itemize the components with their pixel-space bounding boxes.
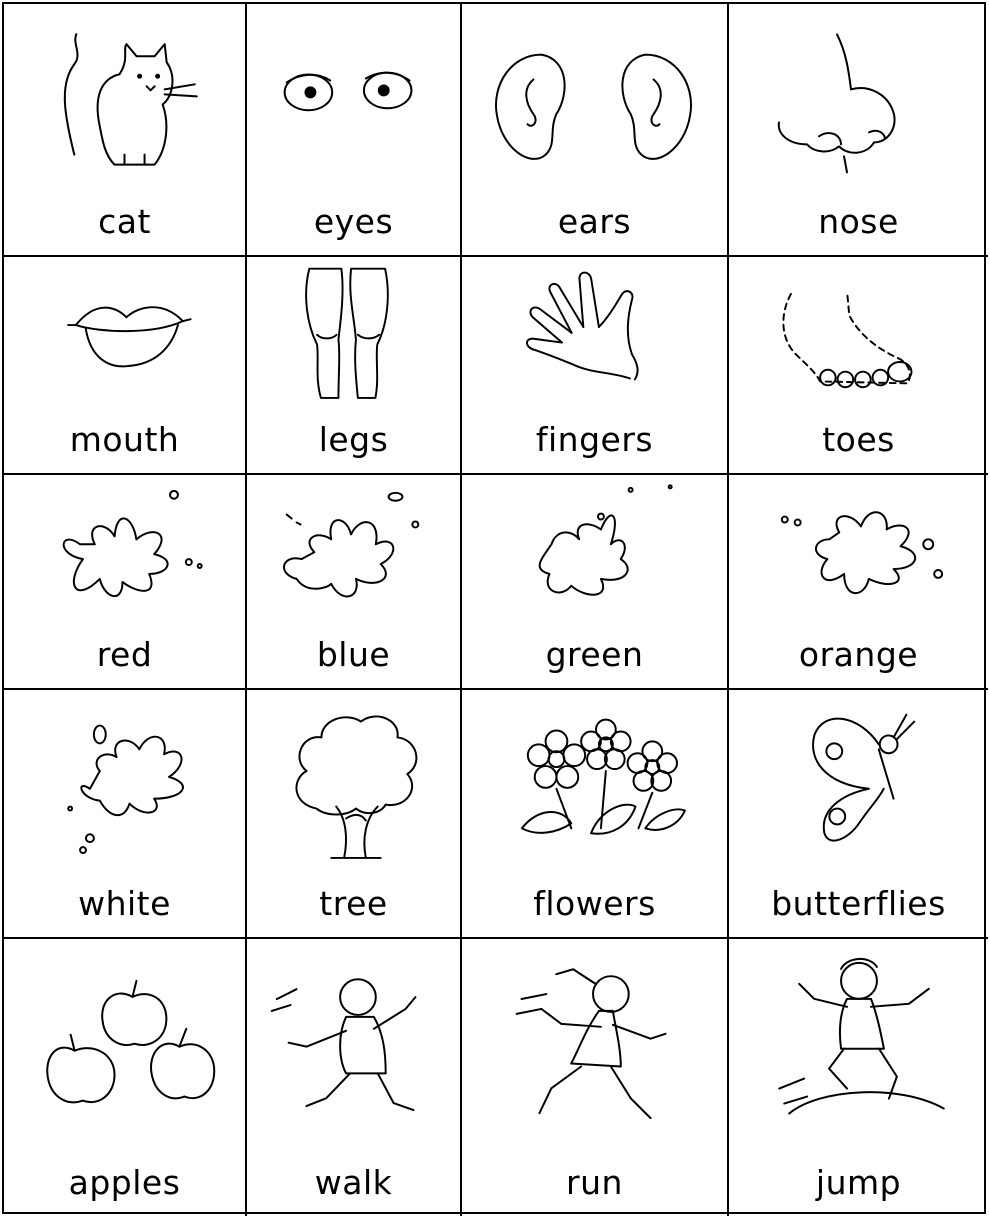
card-word: apples [68, 1163, 181, 1202]
card-word: tree [319, 884, 388, 923]
eyes-icon [247, 4, 460, 185]
card-toes: toes [729, 257, 988, 475]
paint-splat-icon [4, 475, 245, 628]
card-word: eyes [313, 202, 394, 241]
flowers-icon [462, 690, 727, 868]
card-fingers: fingers [462, 257, 729, 475]
card-word: cat [98, 202, 151, 241]
card-white: white [4, 690, 247, 939]
foot-icon [729, 257, 988, 413]
card-word: toes [822, 420, 895, 459]
card-word: mouth [69, 420, 180, 459]
paint-splat-icon [729, 475, 988, 628]
card-green: green [462, 475, 729, 690]
ears-icon [462, 4, 727, 185]
paint-splat-icon [247, 475, 460, 628]
card-eyes: eyes [247, 4, 462, 257]
card-tree: tree [247, 690, 462, 939]
card-word: blue [316, 635, 391, 674]
card-word: nose [818, 202, 899, 241]
card-word: green [545, 635, 644, 674]
card-word: red [96, 635, 153, 674]
legs-icon [247, 257, 460, 413]
jumping-boy-icon [729, 939, 988, 1138]
card-word: flowers [533, 884, 656, 923]
card-word: fingers [535, 420, 654, 459]
card-word: legs [318, 420, 389, 459]
card-blue: blue [247, 475, 462, 690]
card-legs: legs [247, 257, 462, 475]
cat-icon [4, 4, 245, 185]
hand-icon [462, 257, 727, 413]
card-apples: apples [4, 939, 247, 1216]
card-ears: ears [462, 4, 729, 257]
card-nose: nose [729, 4, 988, 257]
card-word: run [566, 1163, 623, 1202]
card-word: butterflies [771, 884, 946, 923]
vocabulary-card-grid: cat eyes ears nose mouth legs fingers to… [2, 2, 988, 1216]
card-word: walk [314, 1163, 393, 1202]
nose-icon [729, 4, 988, 185]
card-mouth: mouth [4, 257, 247, 475]
card-flowers: flowers [462, 690, 729, 939]
card-orange: orange [729, 475, 988, 690]
card-word: orange [798, 635, 919, 674]
running-girl-icon [462, 939, 727, 1138]
card-word: white [78, 884, 171, 923]
tree-icon [247, 690, 460, 868]
card-walk: walk [247, 939, 462, 1216]
apples-icon [4, 939, 245, 1138]
walking-boy-icon [247, 939, 460, 1138]
card-butterflies: butterflies [729, 690, 988, 939]
butterfly-icon [729, 690, 988, 868]
card-word: ears [557, 202, 632, 241]
card-red: red [4, 475, 247, 690]
card-word: jump [815, 1163, 902, 1202]
paint-splat-icon [462, 475, 727, 628]
card-run: run [462, 939, 729, 1216]
paint-splat-icon [4, 690, 245, 868]
card-jump: jump [729, 939, 988, 1216]
mouth-icon [4, 257, 245, 413]
card-cat: cat [4, 4, 247, 257]
